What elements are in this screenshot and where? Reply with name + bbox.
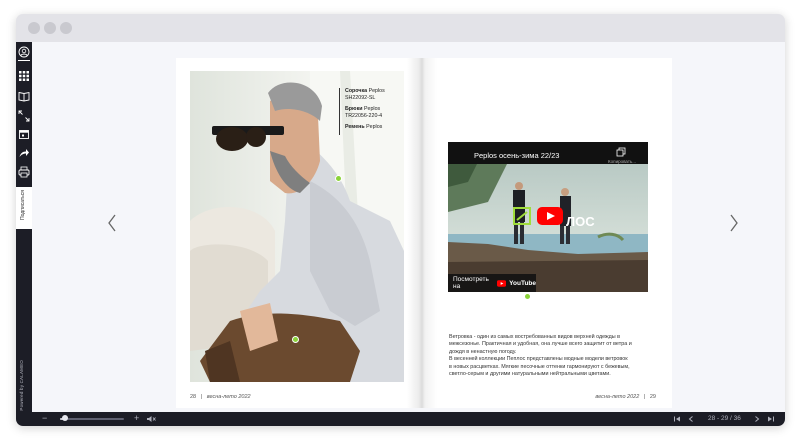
product-hotspot-shirt[interactable] — [335, 175, 342, 182]
copy-link-icon[interactable] — [616, 147, 626, 157]
window-dot-minimize[interactable] — [44, 22, 56, 34]
next-page-arrow-icon[interactable] — [726, 212, 742, 234]
bottom-toolbar: − + 28 - 29 / 36 — [32, 412, 785, 426]
calendar-icon[interactable] — [18, 128, 30, 140]
watch-on-youtube-button[interactable]: Посмотреть на YouTube — [448, 274, 536, 292]
youtube-label: YouTube — [509, 279, 536, 287]
sidebar-divider — [18, 60, 30, 61]
subscribe-label: Подписаться — [20, 190, 26, 220]
reader-stage: Сорочка Peplos SH22092-SL Брюки Peplos T… — [32, 42, 785, 412]
season-label: весна-лето 2022 — [206, 394, 251, 400]
copy-link-label: Копировать... — [608, 159, 636, 164]
zoom-slider[interactable] — [60, 418, 124, 420]
product-spec-list: Сорочка Peplos SH22092-SL Брюки Peplos T… — [339, 88, 409, 135]
description-line: В весенней коллекции Пеплос представлены… — [449, 356, 628, 363]
spec-brand: Peplos — [363, 106, 381, 112]
play-button-icon[interactable] — [537, 207, 563, 225]
spec-code: SH22092-SL — [345, 95, 376, 101]
right-page: Peplos осень-зима 22/23 Копировать... ЛО… — [417, 58, 672, 408]
left-page: Сорочка Peplos SH22092-SL Брюки Peplos T… — [176, 58, 417, 408]
sound-mute-icon[interactable] — [146, 414, 156, 424]
user-circle-icon[interactable] — [18, 46, 30, 58]
spec-item[interactable]: Ремень Peplos — [345, 124, 409, 131]
page-description: Ветровка - один из самых востребованных … — [449, 334, 653, 378]
next-page-icon[interactable] — [752, 414, 762, 424]
video-title[interactable]: Peplos осень-зима 22/23 — [474, 151, 559, 160]
fullscreen-icon[interactable] — [18, 110, 30, 122]
first-page-icon[interactable] — [672, 414, 682, 424]
subscribe-tab[interactable]: Подписаться — [16, 187, 32, 229]
description-line: в новых расцветках. Мягкие песочные отте… — [449, 363, 630, 370]
print-icon[interactable] — [18, 166, 30, 178]
share-icon[interactable] — [18, 147, 30, 159]
app-window: Подписаться Powered by CALAMEO Сорочка P… — [16, 14, 785, 426]
spec-brand: Peplos — [366, 124, 383, 130]
book-icon[interactable] — [18, 90, 30, 102]
left-page-footer: 28 | весна-лето 2022 — [190, 394, 251, 400]
spec-name: Брюки — [345, 106, 363, 112]
spec-code: TR22056-220-4 — [345, 113, 383, 119]
page-indicator[interactable]: 28 - 29 / 36 — [708, 415, 741, 422]
description-line: Ветровка - один из самых востребованных … — [449, 334, 621, 340]
spec-item[interactable]: Брюки Peplos TR22056-220-4 — [345, 106, 409, 120]
description-line: межсезонье. Практичная и удобная, она лу… — [449, 341, 632, 348]
window-dot-maximize[interactable] — [60, 22, 72, 34]
prev-page-icon[interactable] — [686, 414, 696, 424]
spec-item[interactable]: Сорочка Peplos SH22092-SL — [345, 88, 409, 102]
spec-name: Сорочка — [345, 88, 368, 94]
brand-logo-text: ЛОС — [566, 214, 595, 229]
page-number: 29 — [649, 394, 656, 400]
zoom-slider-handle[interactable] — [62, 415, 69, 421]
youtube-video-embed[interactable]: Peplos осень-зима 22/23 Копировать... ЛО… — [448, 142, 648, 292]
youtube-logo-icon — [497, 279, 507, 287]
zoom-out-button[interactable]: − — [42, 413, 47, 423]
powered-by-label[interactable]: Powered by CALAMEO — [19, 360, 24, 411]
window-titlebar — [16, 14, 785, 42]
last-page-icon[interactable] — [766, 414, 776, 424]
description-line: светло-серым и другими натуральными нейт… — [449, 371, 611, 378]
season-label: весна-лето 2022 — [595, 394, 640, 400]
prev-page-arrow-icon[interactable] — [104, 212, 120, 234]
right-page-footer: весна-лето 2022 | 29 — [595, 394, 656, 400]
spec-brand: Peplos — [368, 88, 385, 94]
sidebar: Подписаться Powered by CALAMEO — [16, 42, 32, 426]
spec-name: Ремень — [345, 124, 365, 130]
grid-icon[interactable] — [18, 70, 30, 82]
watch-on-label: Посмотреть на — [453, 276, 489, 290]
video-hotspot[interactable] — [525, 294, 530, 299]
page-number: 28 — [190, 394, 197, 400]
window-dot-close[interactable] — [28, 22, 40, 34]
zoom-in-button[interactable]: + — [134, 413, 139, 423]
product-hotspot-trousers[interactable] — [292, 336, 299, 343]
